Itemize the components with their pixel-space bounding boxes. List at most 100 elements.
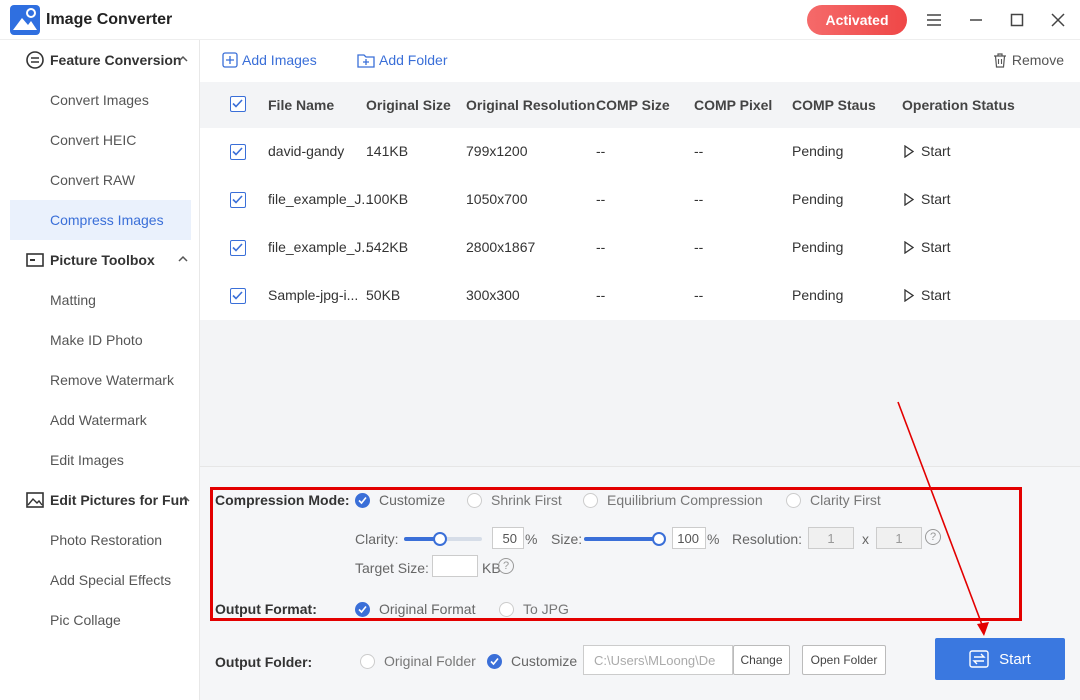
table-row[interactable]: file_example_J... 100KB 1050x700 -- -- P… <box>200 176 1080 224</box>
radio-checked-icon <box>487 653 502 669</box>
sidebar-item-label: Add Watermark <box>50 412 147 428</box>
col-comp-status[interactable]: COMP Staus <box>792 97 876 113</box>
row-checkbox[interactable] <box>230 144 246 160</box>
comp-size: -- <box>596 287 606 303</box>
sidebar-item-label: Matting <box>50 292 96 308</box>
app-title: Image Converter <box>46 11 173 28</box>
section-edit-pictures-for-fun[interactable]: Edit Pictures for Fun <box>0 480 200 520</box>
change-button[interactable]: Change <box>733 645 790 675</box>
add-images-label: Add Images <box>242 52 317 68</box>
menu-icon[interactable] <box>924 10 944 30</box>
sidebar-item-convert-heic[interactable]: Convert HEIC <box>10 120 191 160</box>
sidebar-item-photo-restoration[interactable]: Photo Restoration <box>10 520 191 560</box>
table-row[interactable]: david-gandy 141KB 799x1200 -- -- Pending… <box>200 128 1080 176</box>
table-header: File Name Original Size Original Resolut… <box>200 82 1080 126</box>
open-folder-button[interactable]: Open Folder <box>802 645 886 675</box>
sidebar-item-compress-images[interactable]: Compress Images <box>10 200 191 240</box>
add-folder-button[interactable]: Add Folder <box>357 52 447 68</box>
original-resolution: 799x1200 <box>466 143 528 159</box>
remove-button[interactable]: Remove <box>993 52 1064 68</box>
section-feature-conversion[interactable]: Feature Conversion <box>0 40 200 80</box>
comp-pixel: -- <box>694 191 704 207</box>
sidebar-item-label: Remove Watermark <box>50 372 174 388</box>
comp-status: Pending <box>792 143 844 159</box>
chevron-up-icon[interactable] <box>178 254 188 264</box>
section-label: Feature Conversion <box>50 52 182 68</box>
conversion-icon <box>26 51 44 69</box>
row-start-button[interactable]: Start <box>904 239 951 255</box>
row-checkbox[interactable] <box>230 240 246 256</box>
original-resolution: 300x300 <box>466 287 520 303</box>
comp-pixel: -- <box>694 143 704 159</box>
trash-icon <box>993 52 1006 68</box>
start-button[interactable]: Start <box>935 638 1065 680</box>
row-start-label: Start <box>921 191 951 207</box>
table-row[interactable]: file_example_J... 542KB 2800x1867 -- -- … <box>200 224 1080 272</box>
folder-label: Customize <box>511 653 578 669</box>
sidebar-item-convert-images[interactable]: Convert Images <box>10 80 191 120</box>
sidebar-item-remove-watermark[interactable]: Remove Watermark <box>10 360 191 400</box>
file-table: File Name Original Size Original Resolut… <box>200 82 1080 466</box>
add-image-icon <box>222 52 238 68</box>
comp-pixel: -- <box>694 287 704 303</box>
row-start-button[interactable]: Start <box>904 287 951 303</box>
app-logo-icon <box>10 5 40 35</box>
sidebar: Feature Conversion Convert Images Conver… <box>0 40 200 700</box>
play-icon <box>904 240 914 254</box>
col-original-size[interactable]: Original Size <box>366 97 451 113</box>
col-original-resolution[interactable]: Original Resolution <box>466 97 595 113</box>
file-name: file_example_J... <box>268 239 374 255</box>
sidebar-item-label: Convert HEIC <box>50 132 137 148</box>
add-images-button[interactable]: Add Images <box>222 52 317 68</box>
row-start-label: Start <box>921 287 951 303</box>
comp-status: Pending <box>792 191 844 207</box>
sidebar-item-convert-raw[interactable]: Convert RAW <box>10 160 191 200</box>
highlight-box <box>210 487 1022 621</box>
sidebar-item-add-watermark[interactable]: Add Watermark <box>10 400 191 440</box>
folder-customize-radio[interactable]: Customize <box>487 653 577 669</box>
section-picture-toolbox[interactable]: Picture Toolbox <box>0 240 200 280</box>
chevron-up-icon[interactable] <box>180 494 190 504</box>
file-name: david-gandy <box>268 143 345 159</box>
comp-status: Pending <box>792 287 844 303</box>
table-row[interactable]: Sample-jpg-i... 50KB 300x300 -- -- Pendi… <box>200 272 1080 320</box>
section-label: Edit Pictures for Fun <box>50 492 188 508</box>
original-resolution: 1050x700 <box>466 191 528 207</box>
sidebar-item-make-id-photo[interactable]: Make ID Photo <box>10 320 191 360</box>
chevron-up-icon[interactable] <box>178 54 188 64</box>
close-icon[interactable] <box>1048 10 1068 30</box>
sidebar-item-pic-collage[interactable]: Pic Collage <box>10 600 191 640</box>
file-name: file_example_J... <box>268 191 374 207</box>
sidebar-item-matting[interactable]: Matting <box>10 280 191 320</box>
comp-size: -- <box>596 143 606 159</box>
start-label: Start <box>999 650 1031 668</box>
row-checkbox[interactable] <box>230 192 246 208</box>
sidebar-item-edit-images[interactable]: Edit Images <box>10 440 191 480</box>
col-operation-status[interactable]: Operation Status <box>902 97 1015 113</box>
comp-size: -- <box>596 239 606 255</box>
maximize-icon[interactable] <box>1007 10 1027 30</box>
original-size: 542KB <box>366 239 409 255</box>
col-comp-pixel[interactable]: COMP Pixel <box>694 97 772 113</box>
row-start-label: Start <box>921 143 951 159</box>
row-start-button[interactable]: Start <box>904 143 951 159</box>
row-checkbox[interactable] <box>230 288 246 304</box>
col-comp-size[interactable]: COMP Size <box>596 97 670 113</box>
folder-original-radio[interactable]: Original Folder <box>360 653 476 669</box>
row-start-label: Start <box>921 239 951 255</box>
activated-badge[interactable]: Activated <box>807 5 907 35</box>
radio-icon <box>360 653 375 669</box>
sidebar-item-add-special-effects[interactable]: Add Special Effects <box>10 560 191 600</box>
output-path-input[interactable]: C:\Users\MLoong\De <box>583 645 733 675</box>
original-resolution: 2800x1867 <box>466 239 536 255</box>
picture-icon <box>26 492 44 508</box>
original-size: 100KB <box>366 191 409 207</box>
add-folder-label: Add Folder <box>379 52 448 68</box>
minimize-icon[interactable] <box>966 10 986 30</box>
col-file-name[interactable]: File Name <box>268 97 334 113</box>
sidebar-item-label: Convert Images <box>50 92 149 108</box>
row-start-button[interactable]: Start <box>904 191 951 207</box>
select-all-checkbox[interactable] <box>230 96 246 112</box>
comp-status: Pending <box>792 239 844 255</box>
convert-icon <box>969 650 989 668</box>
